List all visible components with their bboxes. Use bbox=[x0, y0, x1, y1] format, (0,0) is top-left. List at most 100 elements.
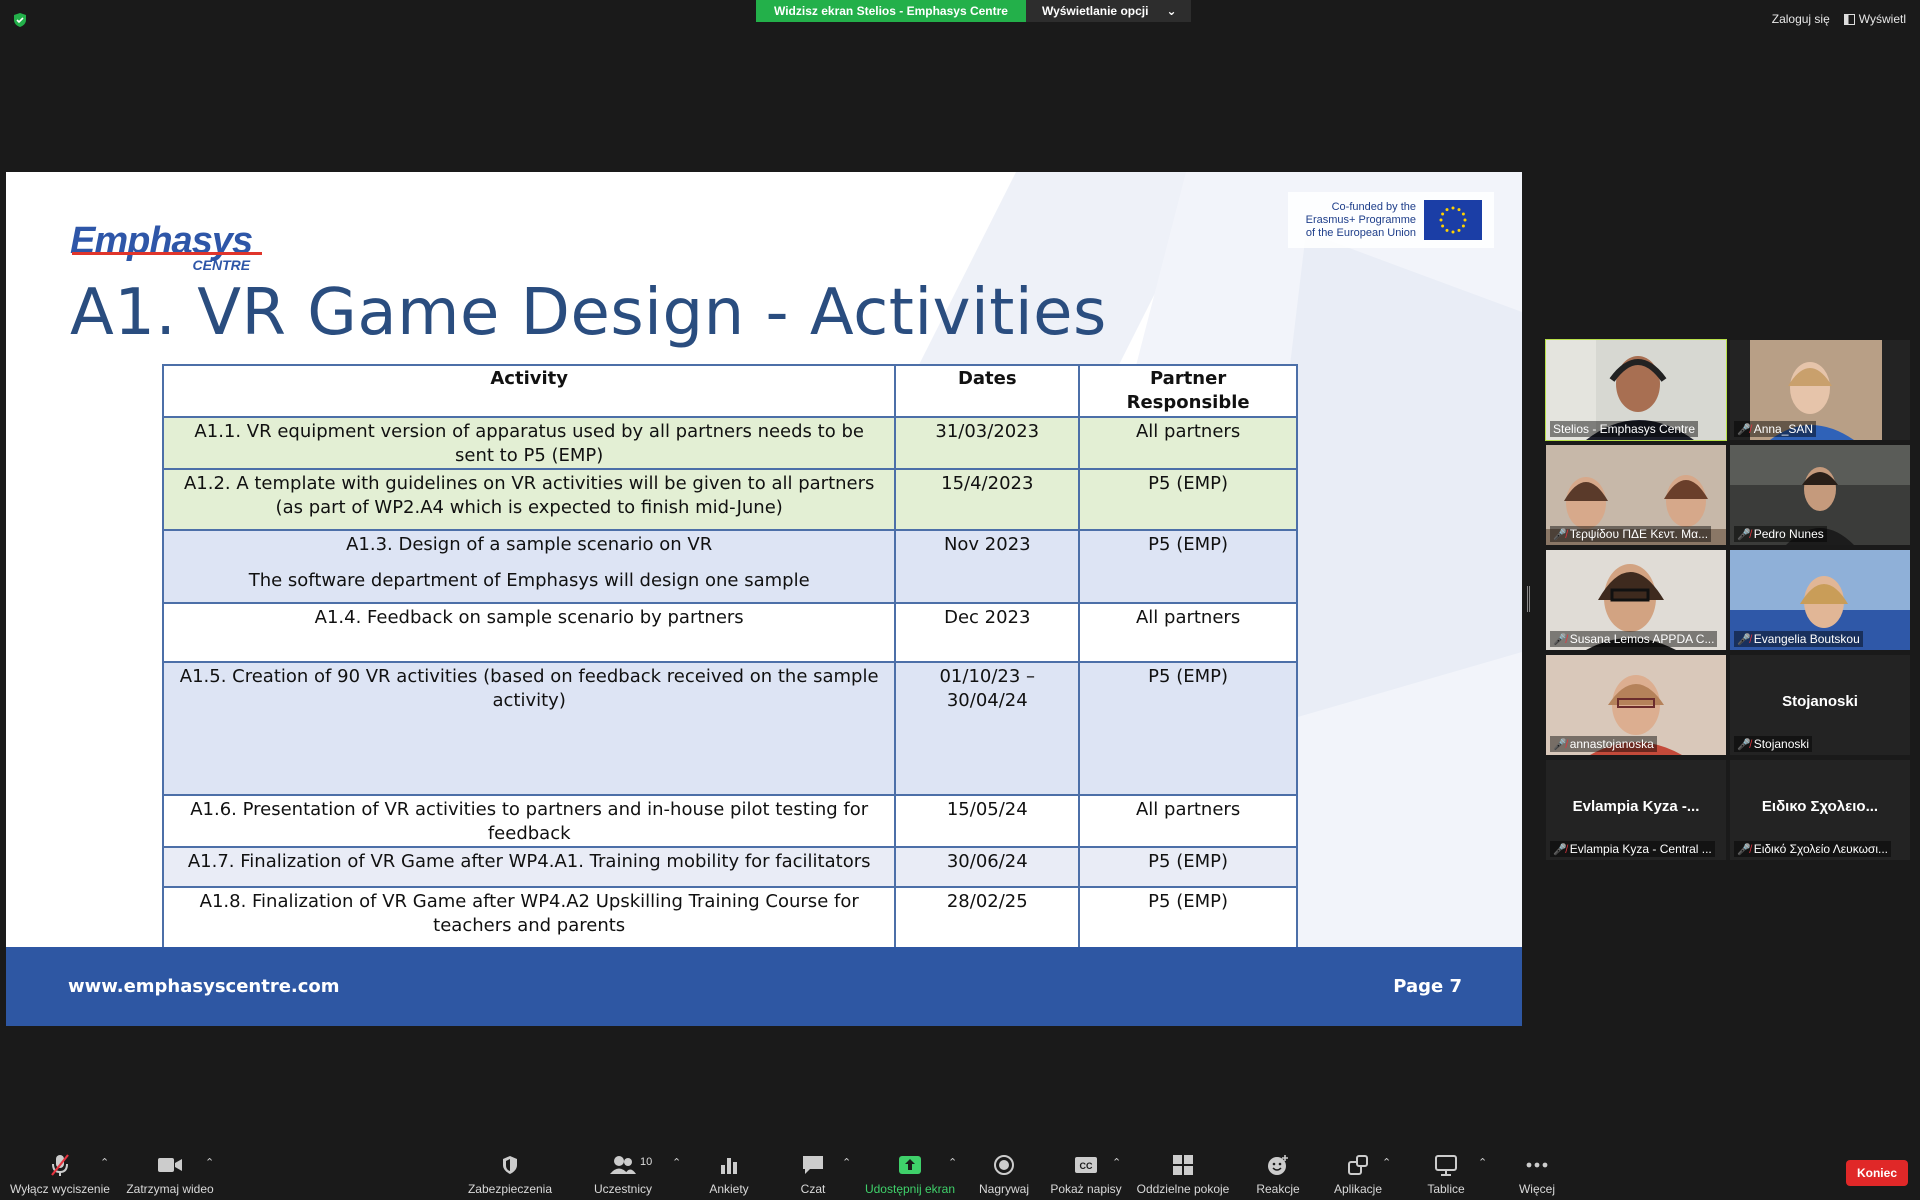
screen-share-banner: Widzisz ekran Stelios - Emphasys Centre … bbox=[756, 0, 1191, 22]
view-button[interactable]: Wyświetl bbox=[1843, 12, 1906, 26]
muted-mic-icon: 🎤̸ bbox=[1737, 528, 1751, 541]
more-dots-icon bbox=[1526, 1162, 1548, 1168]
captions-options-chevron-icon[interactable]: ⌃ bbox=[1112, 1156, 1121, 1169]
panel-resize-handle[interactable] bbox=[1527, 586, 1530, 612]
dates-cell: 30/06/24 bbox=[894, 846, 1081, 888]
reactions-button[interactable]: Reakcje bbox=[1248, 1142, 1308, 1200]
activity-cell: A1.8. Finalization of VR Game after WP4.… bbox=[161, 886, 897, 950]
participant-tile[interactable]: 🎤̸ Τερψίδου ΠΔΕ Κεντ. Μα... bbox=[1546, 445, 1726, 545]
share-screen-label: Udostępnij ekran bbox=[864, 1182, 956, 1196]
chat-button[interactable]: Czat bbox=[786, 1142, 840, 1200]
slide-footer: www.emphasyscentre.com Page 7 bbox=[6, 947, 1522, 1026]
activity-text: A1.3. Design of a sample scenario on VR bbox=[346, 534, 713, 555]
eu-flag-icon bbox=[1424, 200, 1482, 240]
partner-cell: P5 (EMP) bbox=[1078, 529, 1298, 604]
whiteboard-icon bbox=[1435, 1155, 1457, 1176]
participant-name-label: 🎤̸ Evlampia Kyza - Central ... bbox=[1550, 841, 1715, 857]
participant-tile[interactable]: 🎤̸ Anna_SAN bbox=[1730, 340, 1910, 440]
apps-options-chevron-icon[interactable]: ⌃ bbox=[1382, 1156, 1391, 1169]
more-label: Więcej bbox=[1518, 1182, 1555, 1196]
participant-name: Ειδικό Σχολείο Λευκωσι... bbox=[1753, 842, 1889, 856]
security-button[interactable]: Zabezpieczenia bbox=[466, 1142, 554, 1200]
partner-cell: P5 (EMP) bbox=[1078, 846, 1298, 888]
end-meeting-button[interactable]: Koniec bbox=[1846, 1160, 1908, 1186]
polls-button[interactable]: Ankiety bbox=[696, 1142, 762, 1200]
activity-cell: A1.1. VR equipment version of apparatus … bbox=[161, 416, 897, 470]
table-row: A1.7. Finalization of VR Game after WP4.… bbox=[161, 846, 1298, 888]
view-options-label: Wyświetlanie opcji bbox=[1041, 4, 1149, 18]
stop-video-button[interactable]: Zatrzymaj wideo bbox=[122, 1142, 218, 1200]
meeting-toolbar: Wyłącz wyciszenie ⌃ Zatrzymaj wideo ⌃ Za… bbox=[0, 1142, 1920, 1200]
participant-tile[interactable]: Evlampia Kyza -... 🎤̸ Evlampia Kyza - Cen… bbox=[1546, 760, 1726, 860]
video-camera-icon bbox=[158, 1158, 182, 1172]
header-activity: Activity bbox=[161, 364, 897, 418]
dates-cell: 01/10/23 – 30/04/24 bbox=[894, 661, 1081, 796]
record-button[interactable]: Nagrywaj bbox=[974, 1142, 1034, 1200]
participant-display-name: Ειδικο Σχολειο... bbox=[1761, 798, 1879, 815]
security-label: Zabezpieczenia bbox=[467, 1182, 553, 1196]
header-partner: Partner Responsible bbox=[1078, 364, 1298, 418]
participant-name: annastojanoska bbox=[1569, 737, 1654, 751]
captions-button[interactable]: CC Pokaż napisy bbox=[1050, 1142, 1122, 1200]
participant-tile[interactable]: Ειδικο Σχολειο... 🎤̸ Ειδικό Σχολείο Λευκω… bbox=[1730, 760, 1910, 860]
muted-mic-icon: 🎤̸ bbox=[1553, 633, 1567, 646]
video-options-chevron-icon[interactable]: ⌃ bbox=[205, 1156, 214, 1169]
eu-text-line-2: Erasmus+ Programme bbox=[1305, 213, 1416, 226]
encryption-shield-icon[interactable] bbox=[12, 12, 28, 28]
erasmus-cofunded-badge: Co-funded by the Erasmus+ Programme of t… bbox=[1288, 192, 1494, 248]
breakout-rooms-label: Oddzielne pokoje bbox=[1136, 1182, 1230, 1196]
participant-tile[interactable]: 🎤̸ Susana Lemos APPDA C... bbox=[1546, 550, 1726, 650]
dates-cell: 31/03/2023 bbox=[894, 416, 1081, 470]
record-label: Nagrywaj bbox=[978, 1182, 1029, 1196]
header-dates: Dates bbox=[894, 364, 1081, 418]
partner-cell: All partners bbox=[1078, 416, 1298, 470]
whiteboards-button[interactable]: Tablice bbox=[1416, 1142, 1476, 1200]
participant-tile[interactable]: 🎤̸ annastojanoska bbox=[1546, 655, 1726, 755]
participants-options-chevron-icon[interactable]: ⌃ bbox=[672, 1156, 681, 1169]
participant-name-label: 🎤̸ Pedro Nunes bbox=[1734, 526, 1827, 542]
chat-options-chevron-icon[interactable]: ⌃ bbox=[842, 1156, 851, 1169]
participants-button[interactable]: Uczestnicy bbox=[586, 1142, 660, 1200]
participant-tile[interactable]: Stelios - Emphasys Centre bbox=[1545, 339, 1727, 441]
emphasys-logo: Emphasys CENTRE bbox=[70, 220, 262, 273]
chevron-down-icon: ⌄ bbox=[1166, 4, 1177, 18]
breakout-rooms-button[interactable]: Oddzielne pokoje bbox=[1134, 1142, 1232, 1200]
muted-mic-icon: 🎤̸ bbox=[1737, 423, 1751, 436]
login-link[interactable]: Zaloguj się bbox=[1772, 12, 1830, 26]
footer-page-number: Page 7 bbox=[1393, 976, 1462, 997]
participant-tile[interactable]: 🎤̸ Pedro Nunes bbox=[1730, 445, 1910, 545]
participant-name-label: 🎤̸ annastojanoska bbox=[1550, 736, 1657, 752]
polls-chart-icon bbox=[721, 1158, 737, 1174]
dates-cell: 28/02/25 bbox=[894, 886, 1081, 950]
muted-mic-icon: 🎤̸ bbox=[1553, 843, 1567, 856]
view-options-dropdown[interactable]: Wyświetlanie opcji ⌄ bbox=[1025, 0, 1191, 22]
viewing-screen-label: Widzisz ekran Stelios - Emphasys Centre bbox=[756, 0, 1026, 22]
table-header-row: Activity Dates Partner Responsible bbox=[161, 364, 1298, 418]
audio-options-chevron-icon[interactable]: ⌃ bbox=[100, 1156, 109, 1169]
table-row: A1.3. Design of a sample scenario on VR … bbox=[161, 529, 1298, 604]
stop-video-label: Zatrzymaj wideo bbox=[126, 1182, 214, 1196]
zoom-meeting-window: Widzisz ekran Stelios - Emphasys Centre … bbox=[0, 0, 1920, 1200]
unmute-label: Wyłącz wyciszenie bbox=[10, 1182, 110, 1196]
share-screen-button[interactable]: Udostępnij ekran bbox=[862, 1142, 958, 1200]
participant-name-label: 🎤̸ Susana Lemos APPDA C... bbox=[1550, 631, 1718, 647]
apps-button[interactable]: Aplikacje bbox=[1326, 1142, 1390, 1200]
table-row: A1.4. Feedback on sample scenario by par… bbox=[161, 602, 1298, 663]
more-button[interactable]: Więcej bbox=[1506, 1142, 1568, 1200]
activity-cell: A1.4. Feedback on sample scenario by par… bbox=[161, 602, 897, 663]
share-options-chevron-icon[interactable]: ⌃ bbox=[948, 1156, 957, 1169]
footer-url: www.emphasyscentre.com bbox=[68, 976, 340, 997]
partner-cell: P5 (EMP) bbox=[1078, 886, 1298, 950]
participant-tile[interactable]: 🎤̸ Evangelia Boutskou bbox=[1730, 550, 1910, 650]
muted-mic-icon bbox=[51, 1154, 69, 1176]
unmute-button[interactable]: Wyłącz wyciszenie bbox=[8, 1142, 112, 1200]
participant-display-name: Evlampia Kyza -... bbox=[1572, 798, 1700, 815]
whiteboards-options-chevron-icon[interactable]: ⌃ bbox=[1478, 1156, 1487, 1169]
participant-name: Susana Lemos APPDA C... bbox=[1569, 632, 1715, 646]
partner-cell: P5 (EMP) bbox=[1078, 468, 1298, 531]
participant-name: Anna_SAN bbox=[1753, 422, 1814, 436]
captions-label: Pokaż napisy bbox=[1050, 1182, 1122, 1196]
participant-tile[interactable]: Stojanoski 🎤̸ Stojanoski bbox=[1730, 655, 1910, 755]
record-icon bbox=[994, 1155, 1014, 1175]
eu-text-line-3: of the European Union bbox=[1305, 226, 1416, 239]
